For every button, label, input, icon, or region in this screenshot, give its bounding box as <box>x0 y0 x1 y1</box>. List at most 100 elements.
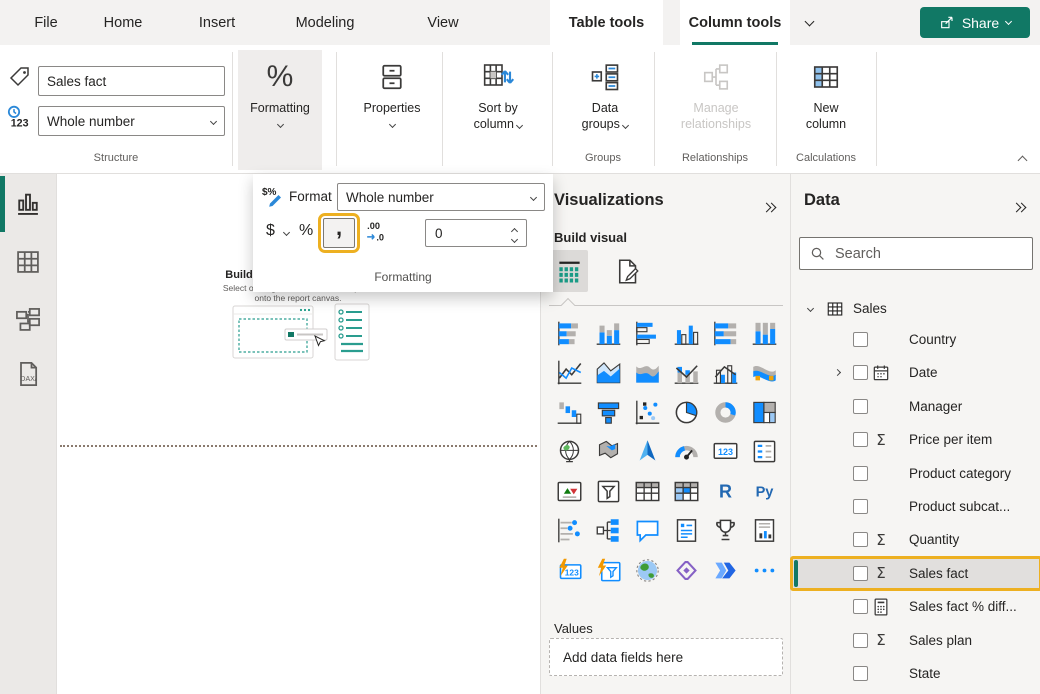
visual-matrix-icon[interactable] <box>667 472 706 511</box>
visual-python-visual-icon[interactable]: Py <box>745 472 784 511</box>
visual-scatter-chart-icon[interactable] <box>628 393 667 432</box>
field-row-state[interactable]: State <box>791 657 1040 690</box>
menu-tab-file[interactable]: File <box>20 0 72 45</box>
visual-line-chart-icon[interactable] <box>550 353 589 392</box>
visual-stacked-bar-chart-icon[interactable] <box>550 314 589 353</box>
field-checkbox[interactable] <box>853 399 868 414</box>
visual-stacked-column-chart-icon[interactable] <box>589 314 628 353</box>
nav-report-view[interactable] <box>14 190 42 218</box>
visual-clustered-bar-chart-icon[interactable] <box>628 314 667 353</box>
currency-format-button[interactable]: $ <box>266 222 275 240</box>
visual-filled-map-icon[interactable] <box>589 432 628 471</box>
field-row-sales-fact[interactable]: ΣSales fact <box>791 557 1040 590</box>
visual-multi-row-card-icon[interactable] <box>745 432 784 471</box>
field-expand-chevron-icon[interactable] <box>834 369 841 376</box>
table-row-sales[interactable]: Sales <box>791 292 1040 325</box>
visual-stacked-column-100-icon[interactable] <box>745 314 784 353</box>
stepper-up-icon[interactable] <box>511 228 518 235</box>
nav-dax-query-view[interactable]: DAX/ <box>14 360 42 388</box>
collapse-visualizations-icon[interactable] <box>763 198 775 216</box>
table-expand-chevron-icon[interactable] <box>807 305 814 312</box>
field-checkbox[interactable] <box>853 432 868 447</box>
visual-line-and-clustered-column-chart-icon[interactable] <box>706 353 745 392</box>
field-checkbox[interactable] <box>853 599 868 614</box>
visual-map-icon[interactable] <box>550 432 589 471</box>
visual-waterfall-chart-icon[interactable] <box>550 393 589 432</box>
search-input[interactable]: Search <box>799 237 1033 270</box>
visual-ribbon-chart-icon[interactable] <box>745 353 784 392</box>
collapse-data-icon[interactable] <box>1013 198 1025 216</box>
menu-tab-table-tools[interactable]: Table tools <box>550 0 663 45</box>
formatting-button[interactable]: % Formatting <box>238 50 322 170</box>
menu-tab-home[interactable]: Home <box>92 0 154 45</box>
column-name-input[interactable]: Sales fact <box>38 66 225 96</box>
tab-build-visual[interactable] <box>550 250 588 292</box>
menu-tab-column-tools[interactable]: Column tools <box>680 0 790 45</box>
field-checkbox[interactable] <box>853 666 868 681</box>
field-row-price-per-item[interactable]: ΣPrice per item <box>791 423 1040 456</box>
format-dropdown[interactable]: Whole number <box>337 183 545 211</box>
tab-format-visual[interactable] <box>607 250 645 292</box>
field-checkbox[interactable] <box>853 532 868 547</box>
field-checkbox[interactable] <box>853 633 868 648</box>
add-data-fields-dropzone[interactable]: Add data fields here <box>549 638 783 676</box>
field-checkbox[interactable] <box>853 499 868 514</box>
stepper-down-icon[interactable] <box>511 236 518 243</box>
menu-tab-insert[interactable]: Insert <box>186 0 248 45</box>
visual-treemap-icon[interactable] <box>745 393 784 432</box>
visual-kpi-icon[interactable] <box>550 472 589 511</box>
visual-clustered-column-chart-icon[interactable] <box>667 314 706 353</box>
visual-card-icon[interactable]: 123 <box>706 432 745 471</box>
decimal-places-icon[interactable]: .00.0 <box>365 219 391 245</box>
visual-gauge-icon[interactable] <box>667 432 706 471</box>
visual-power-apps-icon[interactable] <box>667 551 706 590</box>
collapse-ribbon-icon[interactable] <box>1018 156 1028 166</box>
percent-format-button[interactable]: % <box>299 222 313 240</box>
sort-by-column-button[interactable]: Sort by column <box>450 50 546 170</box>
menu-tab-view[interactable]: View <box>412 0 474 45</box>
visual-arcgis-map-icon[interactable] <box>628 551 667 590</box>
decimal-places-stepper[interactable]: 0 <box>425 219 527 247</box>
visual-r-script-visual-icon[interactable]: R <box>706 472 745 511</box>
visual-funnel-chart-icon[interactable] <box>589 393 628 432</box>
share-button[interactable]: Share <box>920 7 1030 38</box>
field-row-product-subcat[interactable]: Product subcat... <box>791 490 1040 523</box>
field-row-date[interactable]: Date <box>791 356 1040 389</box>
visual-paginated-report-icon[interactable] <box>745 511 784 550</box>
visual-metrics-icon[interactable] <box>706 511 745 550</box>
visual-new-slicer-icon[interactable] <box>589 551 628 590</box>
field-checkbox[interactable] <box>853 466 868 481</box>
visual-pie-chart-icon[interactable] <box>667 393 706 432</box>
menu-tab-modeling[interactable]: Modeling <box>280 0 370 45</box>
ribbon-overflow-chevron-icon[interactable] <box>805 17 815 27</box>
visual-decomposition-tree-icon[interactable] <box>589 511 628 550</box>
visual-line-and-stacked-column-chart-icon[interactable] <box>667 353 706 392</box>
visual-key-influencers-icon[interactable] <box>550 511 589 550</box>
field-row-sales-plan[interactable]: ΣSales plan <box>791 624 1040 657</box>
visual-slicer-icon[interactable] <box>589 472 628 511</box>
field-checkbox[interactable] <box>853 332 868 347</box>
field-row-manager[interactable]: Manager <box>791 390 1040 423</box>
visual-new-card-icon[interactable]: 123 <box>550 551 589 590</box>
field-checkbox[interactable] <box>853 566 868 581</box>
field-row-sales-fact-diff[interactable]: Sales fact % diff... <box>791 590 1040 623</box>
visual-stacked-bar-100-icon[interactable] <box>706 314 745 353</box>
visual-donut-chart-icon[interactable] <box>706 393 745 432</box>
visual-azure-map-icon[interactable] <box>628 432 667 471</box>
visual-area-chart-icon[interactable] <box>589 353 628 392</box>
currency-chevron-icon[interactable] <box>283 229 290 236</box>
visual-smart-narrative-icon[interactable] <box>667 511 706 550</box>
nav-model-view[interactable] <box>14 306 42 334</box>
field-checkbox[interactable] <box>853 365 868 380</box>
visual-qa-visual-icon[interactable] <box>628 511 667 550</box>
properties-button[interactable]: Properties <box>346 50 438 170</box>
nav-table-view[interactable] <box>14 248 42 276</box>
data-type-dropdown[interactable]: Whole number <box>38 106 225 136</box>
visual-stacked-area-chart-icon[interactable] <box>628 353 667 392</box>
field-row-country[interactable]: Country <box>791 323 1040 356</box>
visual-table-icon[interactable] <box>628 472 667 511</box>
field-row-quantity[interactable]: ΣQuantity <box>791 523 1040 556</box>
visual-power-automate-icon[interactable] <box>706 551 745 590</box>
thousands-separator-button[interactable]: , <box>323 218 355 248</box>
visual-get-more-visuals-icon[interactable] <box>745 551 784 590</box>
